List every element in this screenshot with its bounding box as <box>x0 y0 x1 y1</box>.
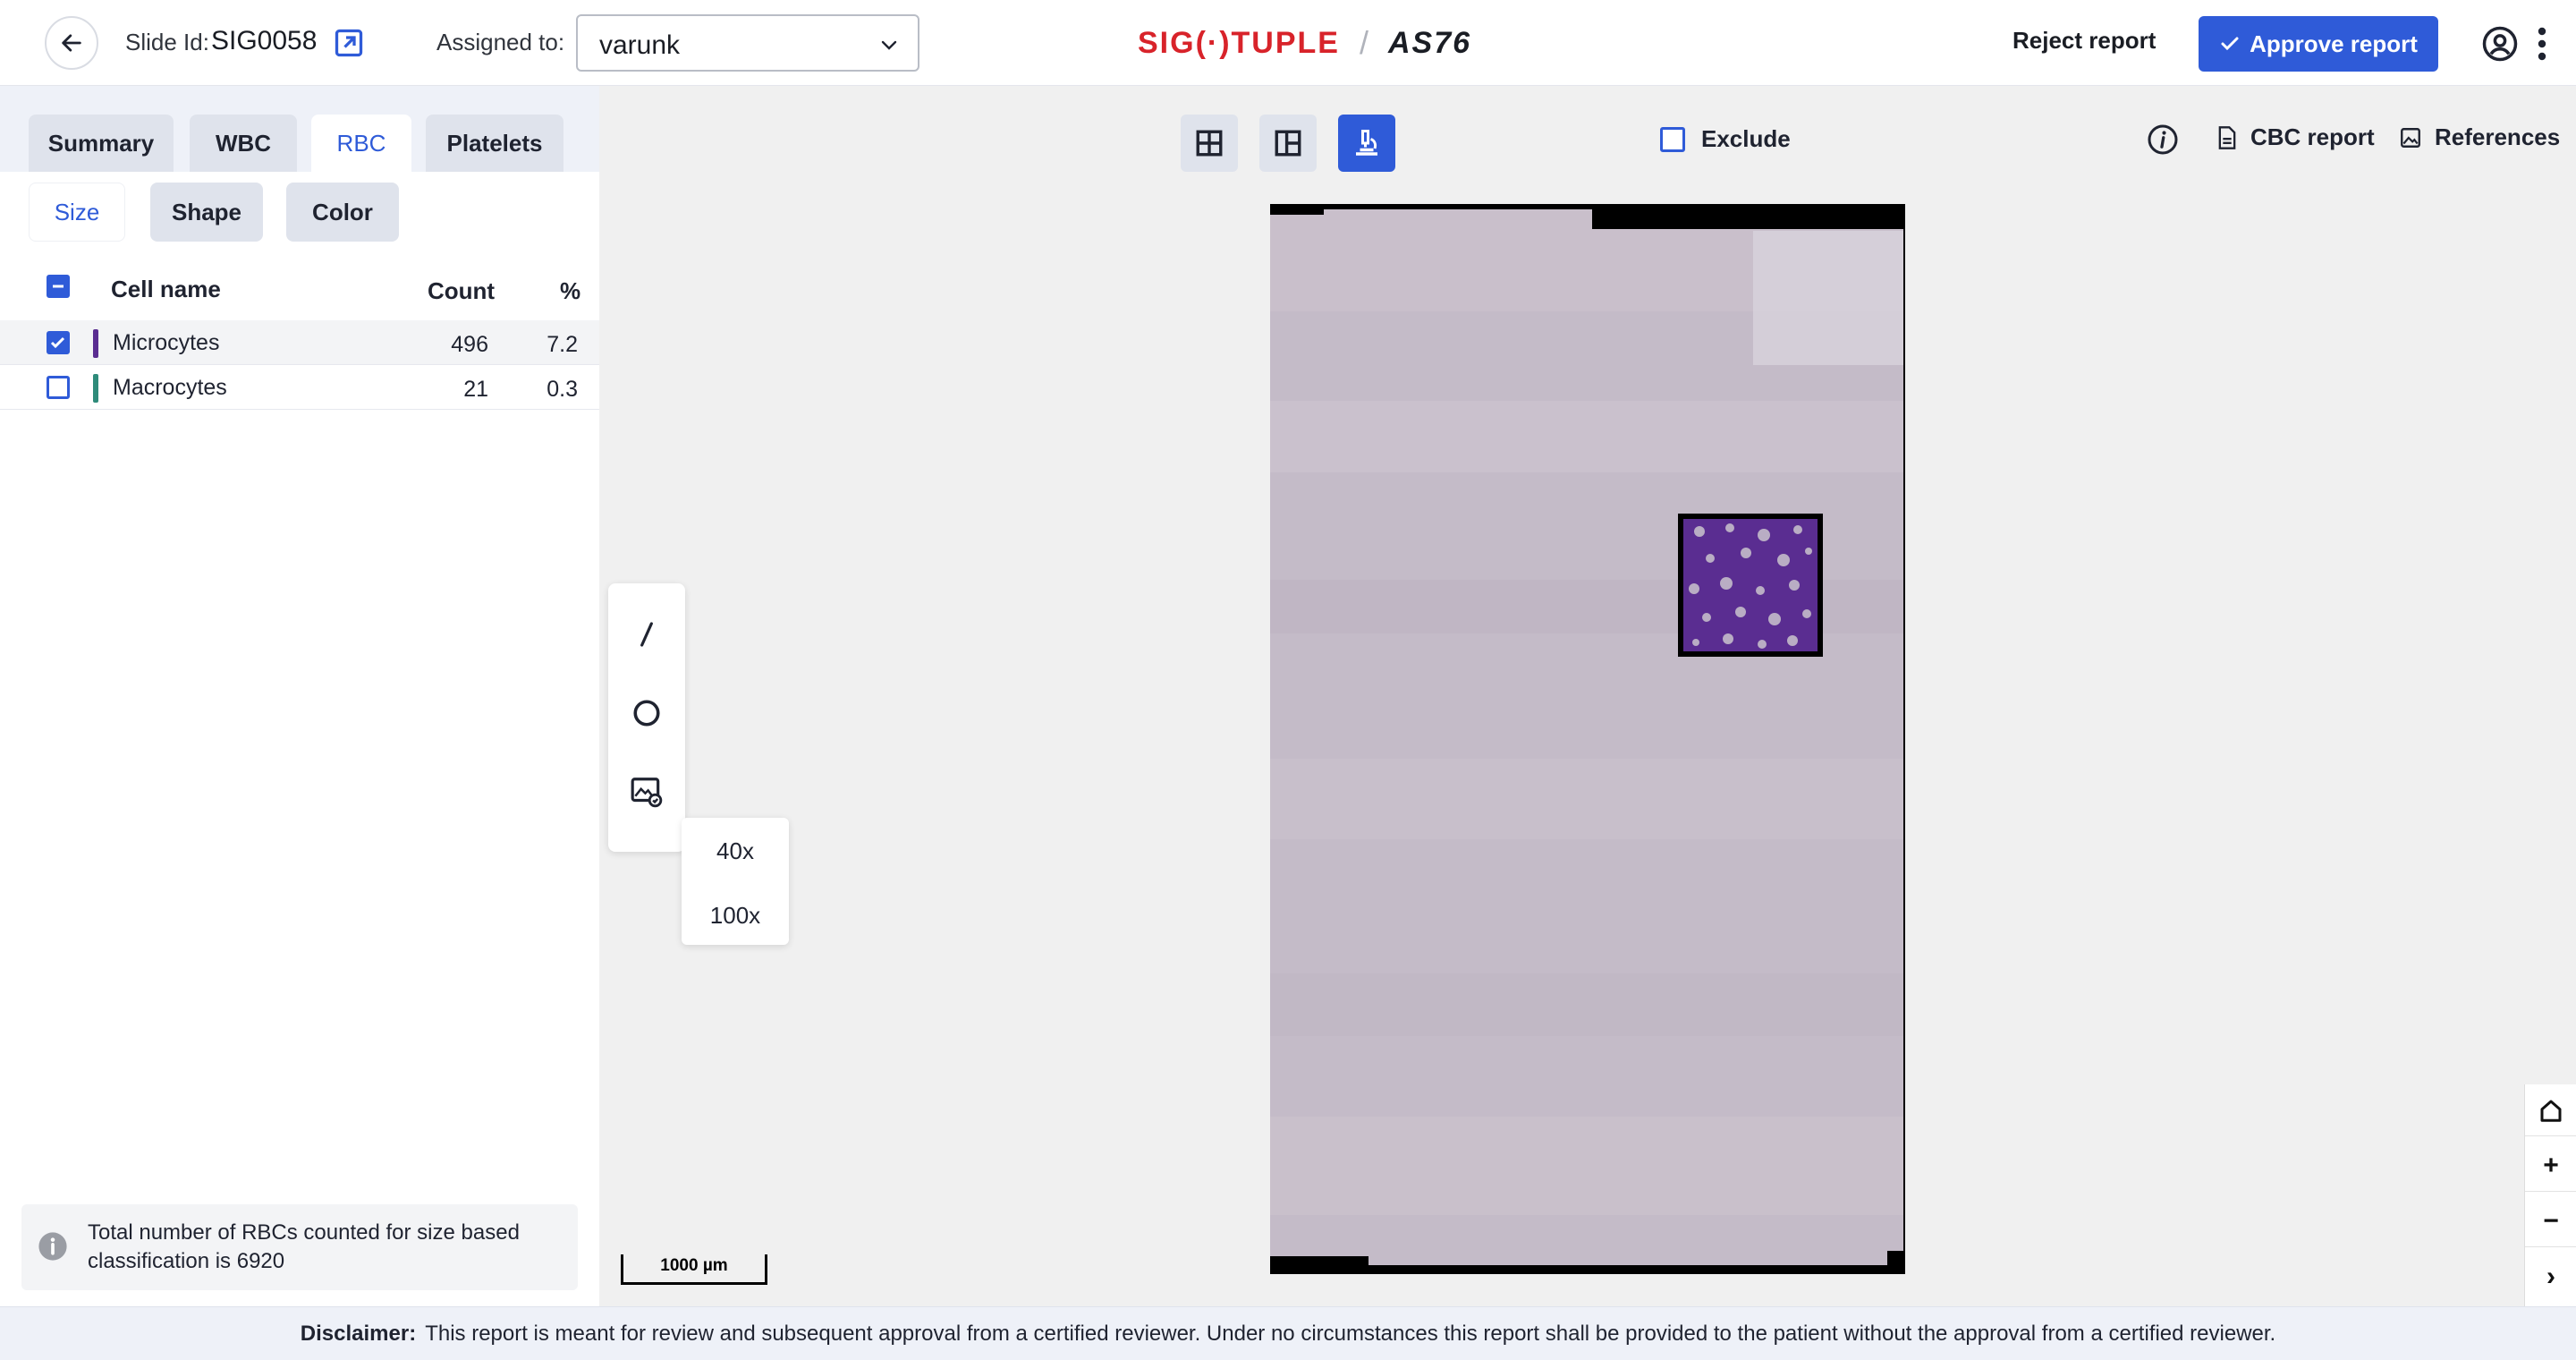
exclude-label: Exclude <box>1701 125 1791 152</box>
table-header: Cell name Count % <box>0 261 599 311</box>
image-select-icon <box>631 778 663 808</box>
arrow-left-icon <box>62 34 81 52</box>
cell-count: 21 <box>463 377 488 402</box>
brand-logo: SIG(·)TUPLE <box>1138 25 1340 60</box>
zoom-level-menu: 40x 100x <box>682 818 789 945</box>
reject-report-button[interactable]: Reject report <box>2012 27 2156 55</box>
region-of-interest[interactable] <box>1678 514 1823 657</box>
table-row[interactable]: Microcytes 496 7.2 <box>0 320 599 365</box>
cell-percent: 7.2 <box>547 332 578 357</box>
line-tool-button[interactable] <box>624 612 669 657</box>
slide-overview-image[interactable] <box>1270 204 1905 1274</box>
more-options-icon[interactable] <box>2537 25 2547 63</box>
cbc-report-link[interactable]: CBC report <box>2216 123 2375 151</box>
assigned-to-label: Assigned to: <box>436 29 565 55</box>
exclude-checkbox[interactable]: Exclude <box>1660 125 1791 153</box>
exclude-box[interactable] <box>1660 126 1685 152</box>
grid-view-button[interactable] <box>1181 115 1238 172</box>
grid-icon <box>1196 130 1223 157</box>
navigation-controls: + − › <box>2524 1084 2576 1306</box>
table-row[interactable]: Macrocytes 21 0.3 <box>0 365 599 410</box>
references-label: References <box>2435 123 2561 150</box>
back-button[interactable] <box>45 16 98 70</box>
info-text: Total number of RBCs counted for size ba… <box>88 1220 520 1273</box>
cell-count: 496 <box>451 332 488 357</box>
references-link[interactable]: References <box>2399 123 2560 151</box>
subtab-color[interactable]: Color <box>286 183 399 242</box>
slide-viewer[interactable]: Exclude CBC report References 40x 100x 1… <box>599 86 2576 1306</box>
split-view-button[interactable] <box>1259 115 1317 172</box>
color-swatch <box>93 329 98 358</box>
col-percent: % <box>560 277 581 304</box>
col-cell-name: Cell name <box>111 276 221 302</box>
microscope-icon <box>1356 130 1377 156</box>
slide-id-label: Slide Id: <box>125 29 209 55</box>
tab-wbc[interactable]: WBC <box>190 115 297 172</box>
cell-percent: 0.3 <box>547 377 578 402</box>
expand-button[interactable]: › <box>2525 1251 2576 1303</box>
roi-texture <box>1683 519 1818 651</box>
subtab-shape[interactable]: Shape <box>150 183 263 242</box>
select-all-checkbox[interactable] <box>47 275 70 298</box>
microscope-view-button[interactable] <box>1338 115 1395 172</box>
line-icon <box>640 622 653 647</box>
tab-summary[interactable]: Summary <box>29 115 174 172</box>
app-logo: SIG(·)TUPLE / AS76 <box>1138 16 1471 70</box>
disclaimer-text: This report is meant for review and subs… <box>425 1322 2276 1346</box>
zoom-option-40x[interactable]: 40x <box>682 837 789 865</box>
home-icon <box>2540 1100 2562 1122</box>
row-checkbox[interactable] <box>47 331 70 354</box>
zoom-select-tool-button[interactable] <box>624 769 669 814</box>
approve-report-label: Approve report <box>2250 30 2418 57</box>
circle-tool-button[interactable] <box>624 691 669 735</box>
image-icon <box>2401 127 2420 148</box>
check-icon <box>50 336 65 349</box>
minus-icon <box>53 285 64 288</box>
row-checkbox[interactable] <box>47 376 70 399</box>
tab-rbc[interactable]: RBC <box>311 115 411 172</box>
info-note: Total number of RBCs counted for size ba… <box>21 1204 578 1290</box>
check-icon <box>2221 37 2239 51</box>
chevron-down-icon <box>881 40 897 50</box>
cell-name: Macrocytes <box>113 375 227 400</box>
col-count: Count <box>428 277 496 304</box>
color-swatch <box>93 374 98 403</box>
zoom-in-button[interactable]: + <box>2525 1140 2576 1192</box>
open-external-icon[interactable] <box>333 27 365 59</box>
user-profile-icon[interactable] <box>2481 25 2519 63</box>
zoom-option-100x[interactable]: 100x <box>682 902 789 930</box>
layout-icon <box>1275 130 1301 157</box>
assignee-dropdown[interactable]: varunk <box>576 14 919 72</box>
info-icon <box>38 1232 67 1261</box>
logo-separator: / <box>1359 24 1368 61</box>
home-button[interactable] <box>2525 1084 2576 1136</box>
slide-id-value: SIG0058 <box>211 26 318 55</box>
document-icon <box>2218 125 2236 149</box>
info-icon[interactable] <box>2147 123 2179 156</box>
device-model: AS76 <box>1388 25 1472 60</box>
assignee-value: varunk <box>599 30 681 60</box>
top-header: Slide Id: SIG0058 Assigned to: varunk SI… <box>0 0 2576 86</box>
annotation-toolbar <box>608 583 685 852</box>
tab-platelets[interactable]: Platelets <box>426 115 564 172</box>
cell-name: Microcytes <box>113 330 220 355</box>
subtab-size[interactable]: Size <box>29 183 125 242</box>
left-panel: Summary WBC RBC Platelets Size Shape Col… <box>0 86 599 1306</box>
zoom-out-button[interactable]: − <box>2525 1195 2576 1247</box>
disclaimer-footer: Disclaimer: This report is meant for revi… <box>0 1306 2576 1360</box>
circle-icon <box>633 700 660 727</box>
approve-report-button[interactable]: Approve report <box>2199 16 2438 72</box>
cbc-report-label: CBC report <box>2250 123 2375 150</box>
scale-label: 1000 µm <box>660 1256 728 1275</box>
scale-bar: 1000 µm <box>621 1254 767 1285</box>
disclaimer-title: Disclaimer: <box>300 1322 417 1346</box>
